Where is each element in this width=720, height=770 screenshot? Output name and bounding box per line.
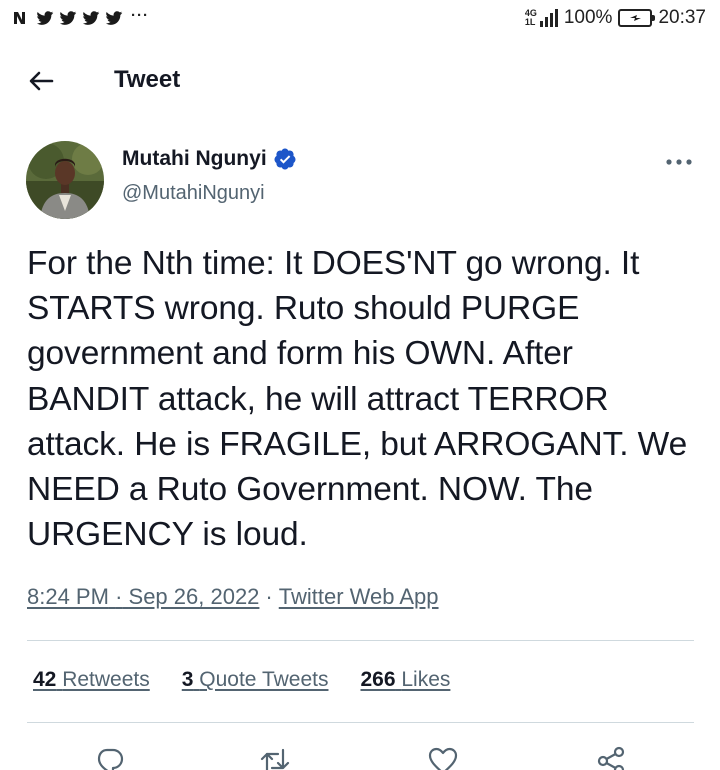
tweet-time-date[interactable]: 8:24 PM · Sep 26, 2022 [27,584,259,610]
share-icon[interactable] [594,744,628,770]
likes-stat[interactable]: 266 Likes [360,668,450,692]
twitter-icon [82,11,100,25]
cellular-signal: 4G 1L [525,9,558,27]
tweet-time: 8:24 PM [27,584,109,609]
clock: 20:37 [658,7,706,28]
news-app-icon [14,12,25,24]
author-name-row[interactable]: Mutahi Ngunyi [122,147,297,171]
tweet-date: Sep 26, 2022 [128,584,260,609]
likes-count: 266 [360,668,396,691]
quote-tweets-label: Quote Tweets [199,668,329,691]
tweet-source[interactable]: Twitter Web App [279,584,439,610]
avatar[interactable] [26,141,104,219]
signal-bars-icon [539,9,558,27]
battery-icon [618,9,656,27]
reply-icon[interactable] [93,744,127,770]
likes-label: Likes [401,668,451,691]
status-bar: ··· 4G 1L 100% 20:37 [0,0,720,40]
app-header: Tweet [0,54,720,108]
network-sub-label: 1L [524,17,536,27]
divider [27,722,694,723]
tweet-text: For the Nth time: It DOES'NT go wrong. I… [27,245,688,554]
tweet-meta: 8:24 PM · Sep 26, 2022 · Twitter Web App [27,584,439,610]
twitter-icon [36,11,54,25]
page-title: Tweet [114,66,181,93]
profile-photo [26,141,104,219]
divider [27,640,694,641]
author-handle[interactable]: @MutahiNgunyi [122,182,265,205]
quote-tweets-count: 3 [181,668,194,691]
retweets-stat[interactable]: 42 Retweets [33,668,150,692]
like-icon[interactable] [426,744,460,770]
meta-separator: · [265,584,273,609]
back-arrow-icon[interactable] [26,66,56,96]
engagement-stats: 42 Retweets 3 Quote Tweets 266 Likes [33,668,450,692]
charging-icon [630,15,642,21]
more-notifications-indicator: ··· [131,6,149,24]
battery-percent: 100% [563,7,613,28]
more-options-icon[interactable] [664,150,694,174]
retweets-count: 42 [33,668,57,691]
quote-tweets-stat[interactable]: 3 Quote Tweets [182,668,329,692]
notification-icons: ··· [12,6,149,28]
retweets-label: Retweets [62,668,150,691]
author-name[interactable]: Mutahi Ngunyi [122,147,267,171]
twitter-icon [59,11,77,25]
tweet-action-bar [0,740,720,770]
verified-badge-icon [274,148,296,170]
meta-separator: · [115,584,123,609]
retweet-icon[interactable] [258,744,292,770]
twitter-icon [105,11,123,25]
system-status: 4G 1L 100% 20:37 [525,7,706,29]
